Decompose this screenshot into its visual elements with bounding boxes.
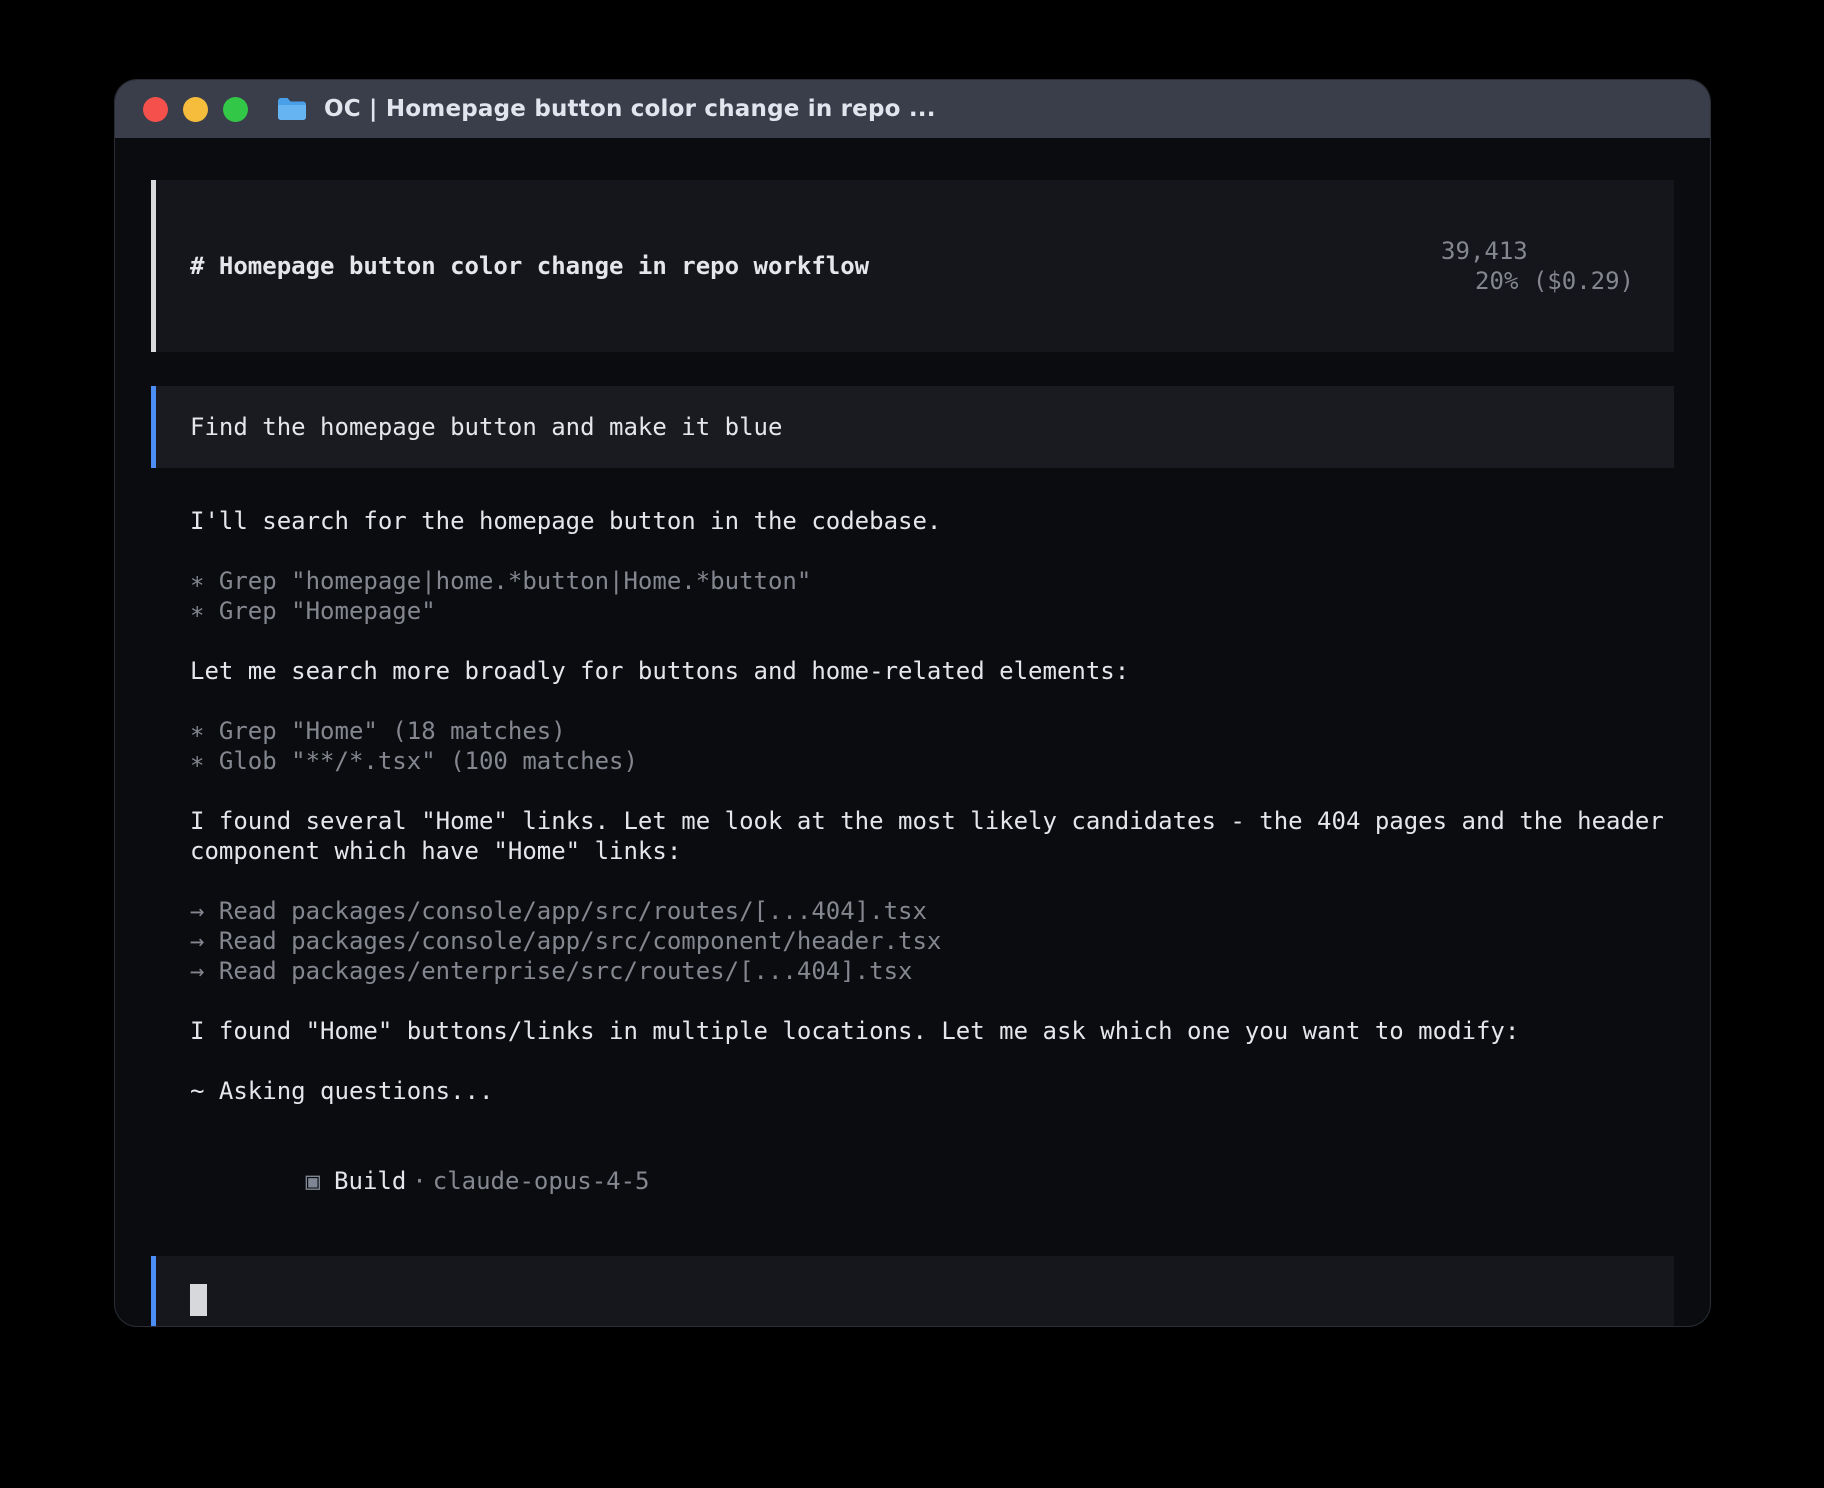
- context-usage: 20% ($0.29): [1475, 267, 1634, 295]
- tool-call-grep: ∗ Grep "Home" (18 matches): [190, 716, 1674, 746]
- tool-call-read: → Read packages/console/app/src/componen…: [190, 926, 1674, 956]
- user-message-text: Find the homepage button and make it blu…: [190, 413, 782, 441]
- agent-name: Build: [334, 1167, 406, 1195]
- asking-questions-status: ~ Asking questions...: [190, 1076, 1674, 1106]
- tool-call-read: → Read packages/enterprise/src/routes/[.…: [190, 956, 1674, 986]
- agent-model: claude-opus-4-5: [433, 1167, 650, 1195]
- tool-call-glob: ∗ Glob "**/*.tsx" (100 matches): [190, 746, 1674, 776]
- assistant-text-intro: I'll search for the homepage button in t…: [190, 506, 1674, 536]
- session-title: # Homepage button color change in repo w…: [190, 251, 869, 281]
- minimize-button[interactable]: [183, 97, 208, 122]
- folder-icon: [277, 97, 307, 121]
- tool-call-grep: ∗ Grep "homepage|home.*button|Home.*butt…: [190, 566, 1674, 596]
- tool-call-grep: ∗ Grep "Homepage": [190, 596, 1674, 626]
- assistant-text-found-buttons: I found "Home" buttons/links in multiple…: [190, 1016, 1674, 1046]
- text-cursor: [190, 1284, 207, 1316]
- tool-call-group-broad: ∗ Grep "Home" (18 matches) ∗ Glob "**/*.…: [190, 716, 1674, 776]
- tool-call-read: → Read packages/console/app/src/routes/[…: [190, 896, 1674, 926]
- assistant-text-found-links: I found several "Home" links. Let me loo…: [190, 806, 1674, 866]
- agent-icon: ▣: [306, 1167, 320, 1195]
- tool-call-group-reads: → Read packages/console/app/src/routes/[…: [190, 896, 1674, 986]
- window-title: OC | Homepage button color change in rep…: [324, 96, 936, 122]
- session-header: # Homepage button color change in repo w…: [151, 180, 1674, 352]
- user-message: Find the homepage button and make it blu…: [151, 386, 1674, 468]
- tool-call-group-search: ∗ Grep "homepage|home.*button|Home.*butt…: [190, 566, 1674, 626]
- terminal-window: OC | Homepage button color change in rep…: [115, 80, 1710, 1326]
- terminal-content: # Homepage button color change in repo w…: [115, 138, 1710, 1326]
- token-count: 39,413: [1441, 237, 1528, 265]
- titlebar[interactable]: OC | Homepage button color change in rep…: [115, 80, 1710, 138]
- agent-separator: ·: [412, 1167, 426, 1195]
- transcript: I'll search for the homepage button in t…: [151, 468, 1674, 1226]
- session-stats: 39,413 20% ($0.29): [1325, 206, 1634, 326]
- prompt-input[interactable]: BuildClaude Opus 4.5OpenCode Zen: [151, 1256, 1674, 1326]
- agent-status-line: ▣ Build·claude-opus-4-5: [190, 1136, 1674, 1226]
- assistant-text-broader: Let me search more broadly for buttons a…: [190, 656, 1674, 686]
- zoom-button[interactable]: [223, 97, 248, 122]
- close-button[interactable]: [143, 97, 168, 122]
